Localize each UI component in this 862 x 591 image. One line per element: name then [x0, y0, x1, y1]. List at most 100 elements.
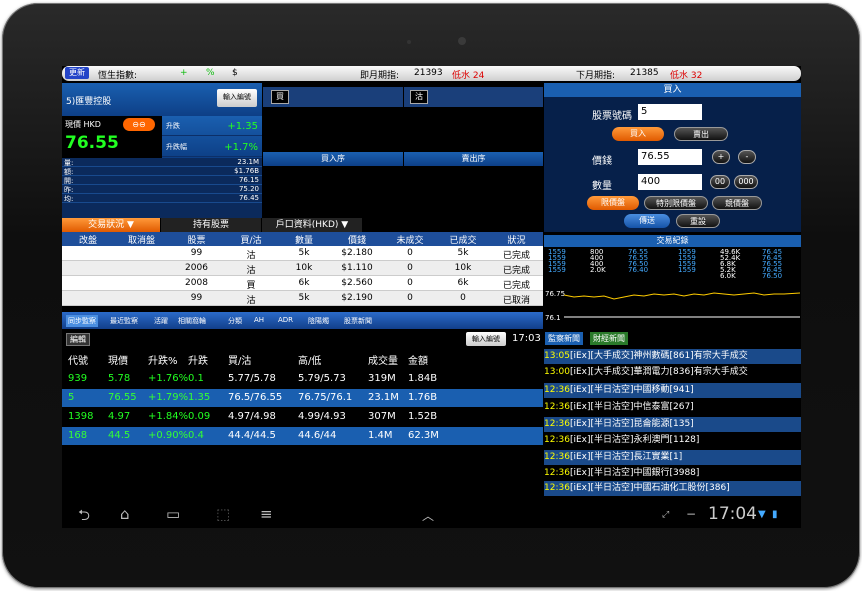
tab-label: 交易狀況	[88, 220, 125, 230]
tab-holdings[interactable]: 持有股票	[161, 218, 261, 232]
minus-icon: −	[686, 507, 697, 521]
edit-button[interactable]: 編輯	[66, 333, 90, 346]
watch-input-code-button[interactable]: 輸入編號	[466, 332, 506, 346]
stat-row: 均: 76.45	[62, 194, 262, 203]
table-row[interactable]: 168 44.5 +0.90% 0.4 44.4/44.5 44.6/44 1.4M 62.3…	[62, 427, 543, 445]
tab-category[interactable]: 分類	[228, 316, 242, 326]
cell-pending: 0	[407, 293, 413, 303]
tab-monitor-news[interactable]: 監察新聞	[545, 332, 583, 345]
tab-adr[interactable]: ADR	[278, 316, 293, 324]
list-item[interactable]: 13:00[iEx][大手成交]華潤電力[836]有宗大手成交	[544, 365, 801, 380]
chevron-up-icon[interactable]: ︿	[422, 507, 434, 524]
tab-active[interactable]: 活躍	[154, 316, 168, 326]
qty-000-button[interactable]: 000	[734, 175, 758, 189]
cell-highlow: 5.79/5.73	[298, 373, 346, 384]
change-label: 升跌	[166, 122, 180, 130]
cur-fut-diff: 低水 24	[452, 71, 485, 81]
index-label: 恆生指數:	[98, 71, 138, 81]
cell-code: 168	[68, 430, 88, 441]
list-item[interactable]: 12:36[iEx][半日沽空]昆侖能源[135]	[544, 417, 801, 432]
table-row[interactable]: 2006 沽 10k $1.110 0 10k 已完成	[62, 261, 543, 276]
list-item[interactable]: 12:36[iEx][半日沽空]中國石油化工股份[386]	[544, 481, 801, 496]
buy-book-header: 買	[263, 87, 403, 107]
tab-recent[interactable]: 最近監察	[110, 316, 138, 326]
tab-stock-news[interactable]: 股票新聞	[344, 316, 372, 326]
wifi-icon: ▼	[758, 509, 766, 520]
stat-row: 昨: 75.20	[62, 185, 262, 194]
sell-book-button[interactable]: 沽	[410, 90, 428, 104]
table-row[interactable]: 1398 4.97 +1.84% 0.09 4.97/4.98 4.99/4.93 307M…	[62, 408, 543, 426]
list-item[interactable]: 13:05[iEx][大手成交]神州數碼[861]有宗大手成交	[544, 349, 801, 364]
table-row[interactable]: 99 沽 5k $2.180 0 5k 已完成	[62, 246, 543, 261]
input-code-button[interactable]: 輸入編號	[217, 89, 257, 107]
stat-value: 75.20	[238, 185, 259, 193]
tab-candlestick[interactable]: 陰陽燭	[308, 316, 329, 326]
price-input[interactable]: 76.55	[638, 149, 702, 165]
list-item[interactable]: 12:36[iEx][半日沽空]中國移動[941]	[544, 383, 801, 398]
buy-side-button[interactable]: 買入	[612, 127, 664, 141]
screenshot-icon[interactable]: ⬚	[216, 505, 230, 523]
price-plus-button[interactable]: +	[712, 150, 730, 164]
tab-ah[interactable]: AH	[254, 316, 264, 324]
cell-highlow: 44.6/44	[298, 430, 337, 441]
cell-change: 0.09	[188, 411, 211, 422]
order-panel-title: 買入	[544, 83, 801, 97]
home-icon[interactable]: ⌂	[120, 505, 130, 523]
cell-pct: +0.90%	[148, 430, 189, 441]
list-item[interactable]: 12:36[iEx][半日沽空]長江實業[1]	[544, 450, 801, 465]
col-header: 金額	[408, 356, 428, 367]
cell-turnover: 1.84B	[408, 373, 438, 384]
auction-order-button[interactable]: 競價盤	[712, 196, 762, 210]
tab-trade-status[interactable]: 交易狀況 ▼	[62, 218, 160, 232]
cell-filled: 10k	[454, 263, 472, 273]
recent-apps-icon[interactable]: ▭	[166, 505, 180, 523]
sell-side-button[interactable]: 賣出	[674, 127, 728, 141]
change-pct-label: 升跌幅	[166, 143, 187, 151]
order-entry-panel: 買入 股票號碼 5 買入 賣出 價錢 76.55 + - 數量 400 00 0…	[544, 83, 801, 232]
stock-code-input[interactable]: 5	[638, 104, 702, 120]
qty-00-button[interactable]: 00	[710, 175, 730, 189]
price-minus-button[interactable]: -	[738, 150, 756, 164]
table-row[interactable]: 99 沽 5k $2.190 0 0 已取消	[62, 291, 543, 306]
cell-price: 76.55	[108, 392, 137, 403]
table-row[interactable]: 5 76.55 +1.79% 1.35 76.5/76.55 76.75/76.1 23.1…	[62, 389, 543, 407]
list-item[interactable]: 12:36[iEx][半日沽空]永利澳門[1128]	[544, 433, 801, 448]
stat-value: 76.15	[238, 176, 259, 184]
cell-volume: 1.4M	[368, 430, 393, 441]
news-time: 13:05	[544, 351, 570, 361]
intraday-axis-top: 76.75	[545, 290, 566, 298]
table-row[interactable]: 2008 買 6k $2.560 0 6k 已完成	[62, 276, 543, 291]
col-header: 代號	[68, 356, 88, 367]
tab-warrants[interactable]: 相關窩輪	[178, 316, 206, 326]
cell-change: 1.35	[188, 392, 211, 403]
watch-time: 17:03	[512, 333, 541, 344]
cell-price: $1.110	[341, 263, 373, 273]
limit-order-button[interactable]: 限價盤	[587, 196, 639, 210]
update-button[interactable]: 更新	[65, 67, 89, 79]
cell-pending: 0	[407, 278, 413, 288]
intraday-axis-bottom: 76.1	[545, 314, 561, 322]
next-fut-value: 21385	[630, 68, 659, 78]
cell-status: 已完成	[502, 281, 530, 291]
tab-account[interactable]: 戶口資料(HKD) ▼	[262, 218, 362, 232]
buy-book-button[interactable]: 買	[271, 90, 289, 104]
menu-icon[interactable]: ≡	[260, 505, 273, 523]
special-limit-button[interactable]: 特別限價盤	[644, 196, 708, 210]
submit-button[interactable]: 傳送	[624, 214, 670, 228]
quantity-input[interactable]: 400	[638, 174, 702, 190]
toggle-icon[interactable]: ⊖⊖	[123, 118, 155, 131]
col-header: 成交量	[368, 356, 398, 367]
back-icon[interactable]: ⮌	[78, 505, 90, 528]
reset-button[interactable]: 重設	[676, 214, 720, 228]
list-item[interactable]: 12:36[iEx][半日沽空]中國銀行[3988]	[544, 466, 801, 481]
tab-sync-monitor[interactable]: 同步監察	[66, 315, 98, 327]
price-label: 現價 HKD	[65, 120, 101, 129]
change-pct-value: +1.7%	[224, 142, 258, 153]
tab-finance-news[interactable]: 財經新聞	[590, 332, 628, 345]
stat-value: $1.76B	[234, 167, 259, 175]
trade-col-vol: 800 400 400 2.0K	[590, 249, 606, 274]
trade-cell: 6.0K	[720, 272, 736, 280]
cell-price: $2.560	[341, 278, 373, 288]
table-row[interactable]: 939 5.78 +1.76% 0.1 5.77/5.78 5.79/5.73 319M 1.…	[62, 370, 543, 388]
list-item[interactable]: 12:36[iEx][半日沽空]中信泰富[267]	[544, 400, 801, 415]
